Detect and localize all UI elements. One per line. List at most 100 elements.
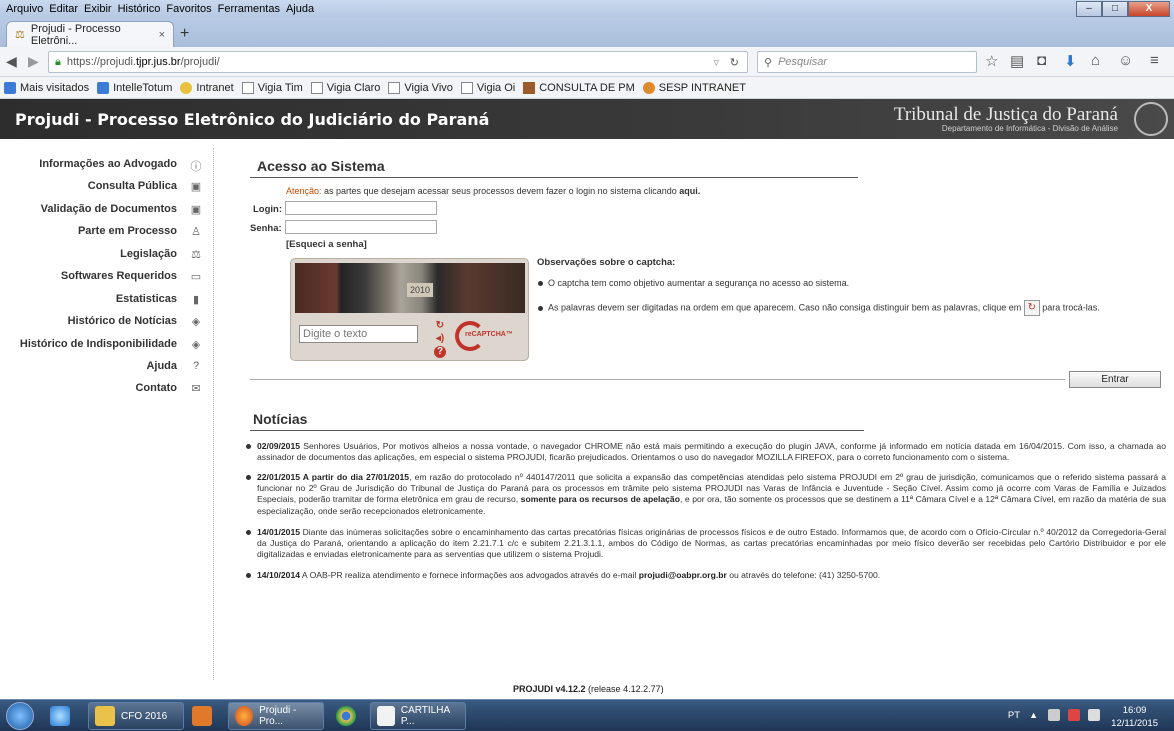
captcha-note-text: O captcha tem como objetivo aumentar a s…	[548, 278, 850, 288]
bookmark-star-icon[interactable]: ☆	[985, 52, 998, 70]
news-text: Senhores Usuários, Por motivos alheios a…	[257, 441, 1166, 463]
menu-ferramentas[interactable]: Ferramentas	[218, 3, 280, 15]
captcha-note: O captcha tem como objetivo aumentar a s…	[538, 278, 849, 288]
sidebar-item-softwares[interactable]: Softwares Requeridos	[61, 270, 177, 282]
home-icon[interactable]: ⌂	[1091, 52, 1100, 69]
captcha-input[interactable]: Digite o texto	[299, 325, 418, 343]
menu-favoritos[interactable]: Favoritos	[166, 3, 211, 15]
help-icon[interactable]: ?	[434, 346, 446, 358]
version-label: PROJUDI v4.12.2	[513, 684, 586, 694]
refresh-icon[interactable]: ↻	[1023, 300, 1040, 316]
dropdown-icon[interactable]: ▿	[713, 56, 719, 69]
sidebar-item-contato[interactable]: Contato	[135, 382, 177, 394]
sidebar-item-consulta-publica[interactable]: Consulta Pública	[88, 180, 177, 192]
bookmark-consulta-pm[interactable]: CONSULTA DE PM	[523, 81, 635, 94]
ie-icon[interactable]	[50, 702, 76, 730]
taskbar-item-cartilha[interactable]: CARTILHA P...	[370, 702, 466, 730]
url-domain: tjpr.jus.br	[135, 56, 181, 68]
sidebar-item-estatisticas[interactable]: Estatisticas	[116, 293, 177, 305]
search-doc-icon: ▣	[190, 204, 202, 216]
sidebar-item-validacao[interactable]: Validação de Documentos	[41, 203, 177, 215]
chrome-icon[interactable]	[336, 702, 362, 730]
bookmark-label: Vigia Claro	[326, 81, 381, 94]
taskbar-item-projudi[interactable]: Projudi - Pro...	[228, 702, 324, 730]
url-bar[interactable]: 🔒︎ https://projudi. tjpr.jus.br /projudi…	[48, 51, 748, 73]
close-window-button[interactable]: X	[1128, 1, 1170, 17]
network-icon[interactable]	[1048, 709, 1060, 721]
hello-icon[interactable]: ☺	[1118, 52, 1133, 69]
download-icon[interactable]: ⬇	[1064, 52, 1077, 70]
login-label: Login:	[253, 204, 283, 215]
login-field[interactable]	[285, 201, 437, 215]
attention-link[interactable]: aqui.	[679, 186, 700, 196]
show-hidden-icons[interactable]: ▲	[1029, 710, 1038, 720]
search-icon: ⚲	[764, 56, 773, 69]
sidebar-item-parte-processo[interactable]: Parte em Processo	[78, 225, 177, 237]
sidebar-item-informacoes[interactable]: Informações ao Advogado	[39, 158, 177, 170]
attention-note: Atenção: as partes que desejam acessar s…	[286, 186, 700, 196]
enter-button[interactable]: Entrar	[1069, 371, 1161, 388]
audio-icon[interactable]: ◂)	[434, 333, 446, 345]
back-icon[interactable]: ◀	[6, 53, 17, 70]
search-placeholder: Pesquisar	[778, 56, 827, 68]
refresh-icon[interactable]: ↻	[434, 320, 446, 332]
bullet	[538, 281, 543, 287]
recaptcha-tm: ™	[505, 331, 513, 338]
bookmark-vigia-oi[interactable]: Vigia Oi	[460, 81, 515, 94]
sidebar-item-historico-indisponibilidade[interactable]: Histórico de Indisponibilidade	[20, 338, 177, 350]
news-date: 14/10/2014	[257, 570, 301, 580]
tab-title: Projudi - Processo Eletrôni...	[30, 22, 121, 47]
language-indicator[interactable]: PT	[1008, 710, 1020, 721]
menu-historico[interactable]: Histórico	[118, 3, 161, 15]
menu-ajuda[interactable]: Ajuda	[286, 3, 314, 15]
media-player-icon[interactable]	[192, 702, 218, 730]
news-date: 14/01/2015	[257, 527, 301, 537]
menu-exibir[interactable]: Exibir	[84, 3, 112, 15]
reader-icon[interactable]: ▤	[1010, 52, 1024, 70]
forgot-password-link[interactable]: [Esqueci a senha]	[286, 239, 367, 250]
bookmark-sesp-intranet[interactable]: SESP INTRANET	[642, 81, 746, 94]
divider	[250, 379, 1065, 380]
sidebar-item-ajuda[interactable]: Ajuda	[146, 360, 177, 372]
reload-icon[interactable]: ↻	[730, 56, 739, 69]
password-label: Senha:	[250, 223, 282, 234]
bookmark-intelletotum[interactable]: IntelleTotum	[97, 81, 172, 94]
password-field[interactable]	[285, 220, 437, 234]
menu-editar[interactable]: Editar	[49, 3, 78, 15]
menu-arquivo[interactable]: Arquivo	[6, 3, 43, 15]
news-email[interactable]: projudi@oabpr.org.br	[639, 570, 727, 580]
menu-icon[interactable]: ≡	[1150, 52, 1159, 69]
bookmark-label: Mais visitados	[20, 81, 90, 94]
start-button[interactable]	[6, 702, 34, 730]
bookmark-vigia-claro[interactable]: Vigia Claro	[310, 81, 381, 94]
tab-projudi[interactable]: ⚖ Projudi - Processo Eletrôni... ×	[6, 21, 174, 47]
minimize-button[interactable]: –	[1076, 1, 1102, 17]
recaptcha-label: reCAPTCHA	[465, 331, 506, 338]
tab-close-icon[interactable]: ×	[159, 29, 165, 41]
new-tab-icon[interactable]: +	[180, 25, 189, 43]
divider	[250, 177, 858, 178]
bookmark-label: Vigia Tim	[257, 81, 303, 94]
captcha-number: 2010	[407, 283, 433, 297]
news-item: 14/10/2014 A OAB-PR realiza atendimento …	[246, 570, 1166, 581]
bullet	[246, 573, 251, 578]
sidebar-item-historico-noticias[interactable]: Histórico de Notícias	[68, 315, 177, 327]
forward-icon[interactable]: ▶	[28, 53, 39, 70]
flag-icon[interactable]	[1068, 709, 1080, 721]
bookmark-vigia-tim[interactable]: Vigia Tim	[241, 81, 303, 94]
sidebar-item-legislacao[interactable]: Legislação	[120, 248, 177, 260]
search-input[interactable]: ⚲ Pesquisar	[757, 51, 977, 73]
recaptcha-logo: reCAPTCHA™	[453, 319, 513, 353]
page-icon	[310, 81, 323, 94]
clock[interactable]: 16:09 12/11/2015	[1111, 704, 1158, 730]
maximize-button[interactable]: □	[1102, 1, 1128, 17]
bookmark-vigia-vivo[interactable]: Vigia Vivo	[388, 81, 453, 94]
volume-icon[interactable]	[1088, 709, 1100, 721]
bookmark-intranet[interactable]: Intranet	[180, 81, 234, 94]
news-date: 02/09/2015	[257, 441, 301, 451]
login-section-title: Acesso ao Sistema	[257, 158, 385, 174]
pocket-icon[interactable]: ◘	[1037, 52, 1046, 69]
bookmark-mais-visitados[interactable]: Mais visitados	[4, 81, 90, 94]
taskbar-item-cfo[interactable]: CFO 2016	[88, 702, 184, 730]
page-icon	[460, 81, 473, 94]
